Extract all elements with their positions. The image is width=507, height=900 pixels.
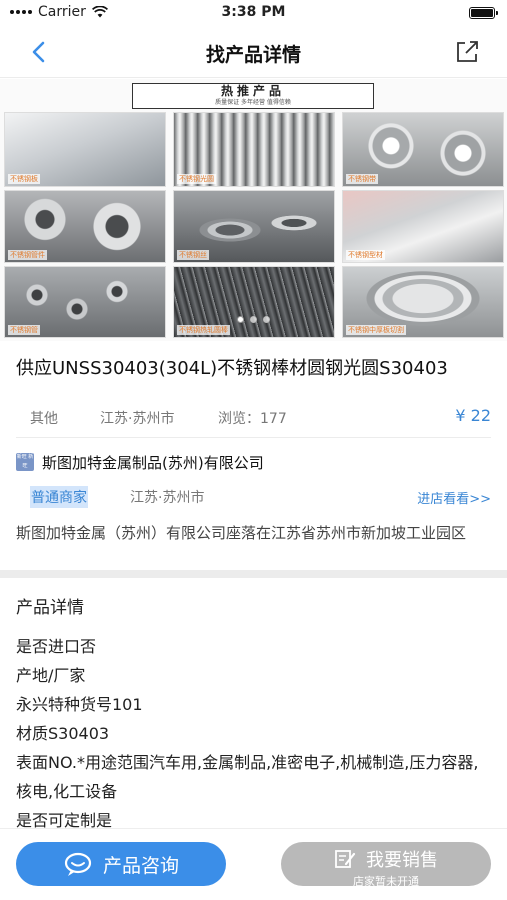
details-heading: 产品详情 — [16, 598, 84, 618]
banner-title: 热推产品 — [220, 84, 285, 98]
tile-label: 不锈钢光圆 — [177, 174, 216, 184]
company-name[interactable]: 斯图加特金属制品(苏州)有限公司 — [42, 452, 264, 473]
product-image-fittings: 不锈钢管件 — [4, 190, 166, 263]
page-title: 找产品详情 — [205, 44, 301, 66]
nav-bar: 找产品详情 — [0, 26, 507, 78]
product-category: 其他 — [30, 411, 58, 427]
detail-line: 是否可定制是 — [16, 811, 113, 828]
detail-line: 产地/厂家 — [16, 666, 86, 685]
carousel-dot[interactable] — [263, 316, 270, 323]
tile-label: 不锈钢中厚板切割 — [346, 325, 406, 335]
banner-heading: 热推产品 质量保证 多年经营 值得信赖 — [132, 83, 374, 109]
status-bar: Carrier 3:38 PM — [0, 0, 507, 26]
product-image-profiles: 不锈钢型材 — [342, 190, 504, 263]
tile-label: 不锈钢带 — [346, 174, 378, 184]
battery-icon — [469, 7, 498, 19]
carousel-indicator — [0, 316, 507, 323]
product-views: 浏览：177 — [218, 411, 287, 427]
product-consult-button[interactable]: 产品咨询 — [16, 842, 226, 886]
merchant-row: 普通商家 江苏·苏州市 进店看看>> — [0, 484, 507, 510]
details-body: 是否进口否 产地/厂家 永兴特种货号101 材质S30403 表面NO.*用途范… — [16, 632, 492, 828]
product-image-rods: 不锈钢热轧圆棒 — [173, 266, 335, 338]
merchant-type-badge: 普通商家 — [30, 486, 88, 508]
edit-icon — [335, 850, 356, 868]
product-price: ¥ 22 — [455, 406, 491, 425]
company-header[interactable]: 新旺 新旺 斯图加特金属制品(苏州)有限公司 — [16, 450, 264, 474]
tile-label: 不锈钢型材 — [346, 250, 385, 260]
product-location: 江苏·苏州市 — [100, 411, 175, 427]
tile-label: 不锈钢热轧圆棒 — [177, 325, 230, 335]
share-icon[interactable] — [453, 38, 481, 66]
company-logo-icon: 新旺 新旺 — [16, 453, 34, 471]
product-image-wire: 不锈钢丝 — [173, 190, 335, 263]
chat-bubble-icon — [64, 852, 92, 876]
consult-label: 产品咨询 — [102, 854, 179, 877]
status-time: 3:38 PM — [221, 4, 286, 20]
product-meta-row: 其他 江苏·苏州市 浏览：177 ¥ 22 — [0, 402, 507, 432]
bottom-action-bar: 产品咨询 我要销售 店家暂未开通 — [0, 828, 507, 900]
product-title: 供应UNSS30403(304L)不锈钢棒材圆钢光圆S30403 — [16, 358, 448, 379]
banner-subtitle: 质量保证 多年经营 值得信赖 — [215, 99, 291, 106]
company-description: 斯图加特金属（苏州）有限公司座落在江苏省苏州市新加坡工业园区 — [16, 524, 467, 542]
tile-label: 不锈钢管件 — [8, 250, 47, 260]
detail-line: 永兴特种货号101 — [16, 695, 143, 714]
detail-line: 材质S30403 — [16, 724, 110, 743]
product-image-plate: 不锈钢中厚板切割 — [342, 266, 504, 338]
divider — [16, 437, 491, 438]
detail-line: 表面NO.*用途范围汽车用,金属制品,准密电子,机械制造,压力容器,核电,化工设… — [16, 753, 479, 801]
sell-sublabel: 店家暂未开通 — [353, 875, 419, 888]
section-separator — [0, 570, 507, 578]
tile-label: 不锈钢管 — [8, 325, 40, 335]
tile-label: 不锈钢板 — [8, 174, 40, 184]
sell-label: 我要销售 — [366, 850, 438, 871]
detail-line: 是否进口否 — [16, 637, 97, 656]
product-image-pipes: 不锈钢管 — [4, 266, 166, 338]
product-image-strip: 不锈钢带 — [342, 112, 504, 187]
carousel-dot[interactable] — [237, 316, 244, 323]
merchant-location: 江苏·苏州市 — [130, 490, 205, 506]
carousel-dot[interactable] — [250, 316, 257, 323]
visit-store-link[interactable]: 进店看看>> — [417, 488, 491, 507]
tile-label: 不锈钢丝 — [177, 250, 209, 260]
product-image-sheet: 不锈钢板 — [4, 112, 166, 187]
product-image-carousel[interactable]: 热推产品 质量保证 多年经营 值得信赖 不锈钢板 不锈钢光圆 不锈钢带 不锈钢管… — [0, 79, 507, 341]
sell-button[interactable]: 我要销售 店家暂未开通 — [281, 842, 491, 888]
product-image-bars: 不锈钢光圆 — [173, 112, 335, 187]
